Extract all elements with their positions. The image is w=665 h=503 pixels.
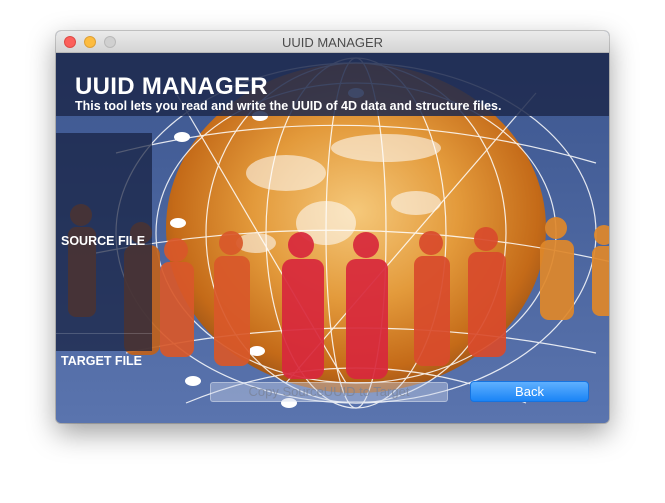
app-subtitle: This tool lets you read and write the UU… [75, 99, 502, 113]
source-file-label: SOURCE FILE [61, 234, 146, 248]
app-title: UUID MANAGER [75, 73, 268, 100]
back-button[interactable]: Back [470, 381, 589, 402]
window-title: UUID MANAGER [281, 35, 384, 50]
window-titlebar[interactable]: UUID MANAGER [56, 31, 609, 53]
target-file-label: TARGET FILE [61, 354, 143, 368]
main-content: UUID MANAGER This tool lets you read and… [56, 53, 609, 423]
copy-uuid-button[interactable]: Copy SourceUUID to Target [210, 382, 448, 402]
header-band: UUID MANAGER This tool lets you read and… [56, 53, 609, 116]
side-divider [56, 333, 152, 334]
app-window: UUID MANAGER UUID MANAGER This tool lets… [56, 31, 609, 423]
